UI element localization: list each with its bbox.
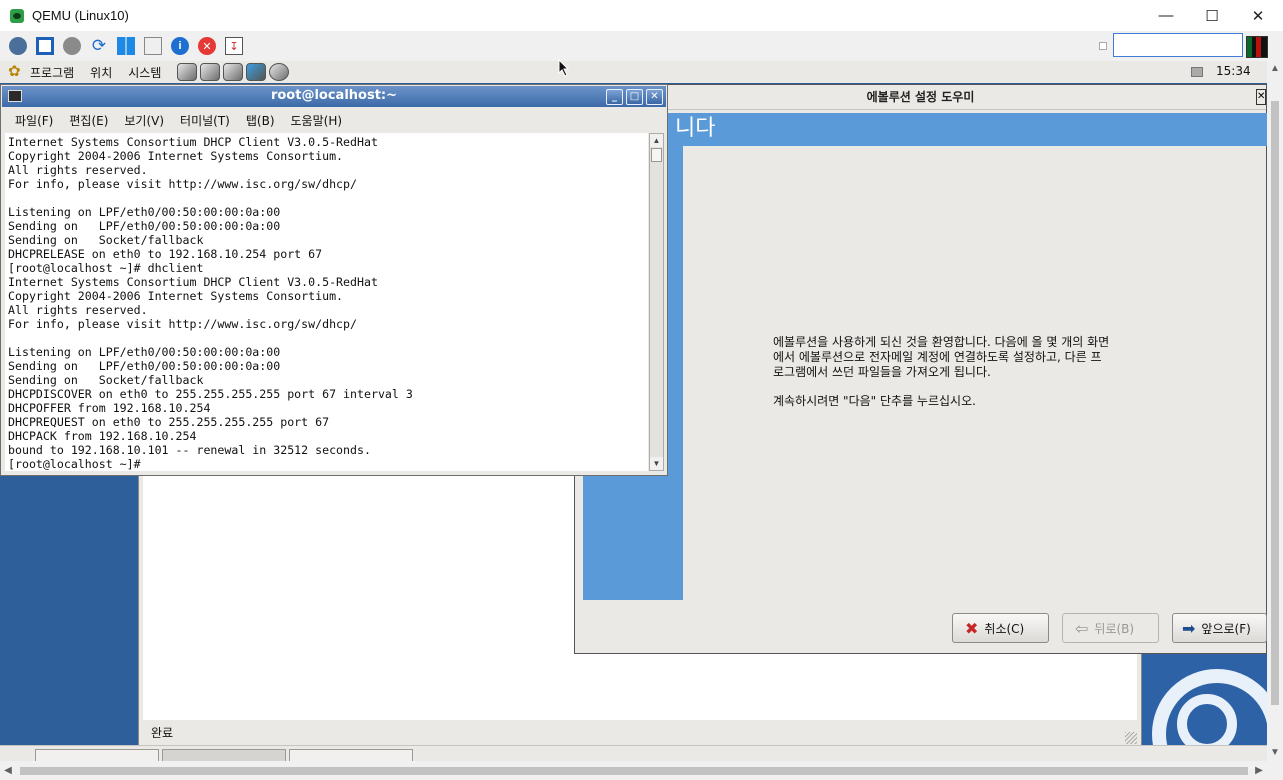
cancel-button-label: 취소(C) <box>984 621 1025 636</box>
terminal-close-button[interactable]: ✕ <box>646 89 663 105</box>
host-scroll-right-icon[interactable]: ▶ <box>1251 761 1267 780</box>
stop-icon[interactable]: ✕ <box>198 37 216 55</box>
menu-edit[interactable]: 편집(E) <box>69 112 108 129</box>
back-arrow-icon: ⇦ <box>1075 618 1089 638</box>
taskbar-item[interactable] <box>35 749 159 761</box>
settings-icon[interactable] <box>9 37 27 55</box>
cancel-button[interactable]: ✖ 취소(C) <box>952 613 1049 643</box>
host-titlebar: QEMU (Linux10) — ☐ ✕ <box>0 0 1283 31</box>
menu-view[interactable]: 보기(V) <box>124 112 164 129</box>
terminal-window: root@localhost:~ _ □ ✕ 파일(F) 편집(E) 보기(V)… <box>0 84 668 476</box>
close-button[interactable]: ✕ <box>1235 0 1281 31</box>
terminal-maximize-button[interactable]: □ <box>626 89 643 105</box>
terminal-menubar: 파일(F) 편집(E) 보기(V) 터미널(T) 탭(B) 도움말(H) <box>2 109 666 131</box>
terminal-titlebar[interactable]: root@localhost:~ _ □ ✕ <box>2 86 666 107</box>
menu-file[interactable]: 파일(F) <box>15 112 53 129</box>
evolution-titlebar: 에볼루션 설정 도우미 <box>575 85 1266 110</box>
forward-button-label: 앞으로(F) <box>1201 621 1251 636</box>
menu-programs[interactable]: 프로그램 <box>30 64 74 81</box>
host-scroll-down-icon[interactable]: ▼ <box>1267 745 1283 761</box>
help-launcher-icon[interactable] <box>269 63 290 81</box>
fullscreen-icon[interactable] <box>36 37 54 55</box>
host-window-title: QEMU (Linux10) <box>32 8 129 23</box>
scroll-up-icon[interactable]: ▲ <box>650 134 663 147</box>
browser-launcher-icon[interactable] <box>177 63 198 81</box>
guest-screen: 프로그램 위치 시스템 15:34 완료 에볼루션 설정 도우미 ✕ 니다 에볼… <box>0 61 1267 761</box>
terminal-text: Internet Systems Consortium DHCP Client … <box>8 135 413 471</box>
qemu-app-icon <box>10 8 24 23</box>
host-scroll-corner <box>1267 761 1283 780</box>
info-icon[interactable]: i <box>171 37 189 55</box>
scroll-down-icon[interactable]: ▼ <box>650 457 663 470</box>
host-vscroll-thumb[interactable] <box>1271 101 1279 705</box>
terminal-output-area[interactable]: Internet Systems Consortium DHCP Client … <box>5 133 648 471</box>
menu-tabs[interactable]: 탭(B) <box>246 112 275 129</box>
refresh-icon[interactable]: ⟳ <box>90 36 108 55</box>
panel-clock[interactable]: 15:34 <box>1216 64 1251 78</box>
forward-button[interactable]: ➡ 앞으로(F) <box>1172 613 1267 643</box>
host-hscroll-thumb[interactable] <box>20 767 1248 775</box>
evolution-setup-window: 에볼루션 설정 도우미 ✕ 니다 에볼루션을 사용하게 되신 것을 환영합니다.… <box>574 84 1267 654</box>
gnome-top-panel: 프로그램 위치 시스템 15:34 <box>0 61 1267 83</box>
cancel-icon: ✖ <box>965 618 979 638</box>
gnome-bottom-panel <box>0 745 1267 761</box>
windows-icon[interactable] <box>117 37 135 55</box>
toolbar-checkbox[interactable] <box>1099 42 1107 50</box>
draw-launcher-icon[interactable] <box>246 63 267 81</box>
host-command-input[interactable] <box>1113 33 1243 57</box>
evolution-close-icon[interactable]: ✕ <box>1256 89 1266 105</box>
network-tray-icon[interactable] <box>1191 67 1203 77</box>
menu-system[interactable]: 시스템 <box>128 64 161 81</box>
taskbar-item[interactable] <box>289 749 413 761</box>
continue-paragraph: 계속하시려면 "다음" 단추를 누르십시오. <box>773 394 976 408</box>
welcome-paragraph: 에볼루션을 사용하게 되신 것을 환영합니다. 다음에 올 몇 개의 화면 에서… <box>773 335 1110 379</box>
reset-icon[interactable]: ↧ <box>225 37 243 55</box>
maximize-button[interactable]: ☐ <box>1189 0 1235 31</box>
terminal-minimize-button[interactable]: _ <box>606 89 623 105</box>
host-toolbar: ⟳ i ✕ ↧ <box>0 31 1283 61</box>
browser-status-text: 완료 <box>151 726 174 740</box>
terminal-window-icon <box>8 90 22 102</box>
minimize-button[interactable]: — <box>1143 0 1189 31</box>
vm-display-icon[interactable] <box>1246 36 1268 58</box>
terminal-scroll-thumb[interactable] <box>651 148 662 162</box>
host-horizontal-scrollbar[interactable]: ◀ ▶ <box>0 761 1267 780</box>
taskbar-item[interactable] <box>162 749 286 761</box>
back-button-label: 뒤로(B) <box>1094 621 1135 636</box>
resize-grip[interactable] <box>1125 732 1137 744</box>
gear-icon[interactable] <box>63 37 81 55</box>
terminal-title: root@localhost:~ <box>270 88 398 103</box>
host-vertical-scrollbar[interactable]: ▲ ▼ <box>1267 61 1283 761</box>
gnome-foot-icon <box>8 62 24 80</box>
evolution-welcome-text: 에볼루션을 사용하게 되신 것을 환영합니다. 다음에 올 몇 개의 화면 에서… <box>773 335 1193 423</box>
note-launcher-icon[interactable] <box>223 63 244 81</box>
terminal-scrollbar[interactable]: ▲ ▼ <box>649 133 664 471</box>
evolution-header: 니다 <box>583 113 1267 146</box>
mail-launcher-icon[interactable] <box>200 63 221 81</box>
forward-arrow-icon: ➡ <box>1182 618 1196 638</box>
menu-terminal[interactable]: 터미널(T) <box>180 112 230 129</box>
back-button[interactable]: ⇦ 뒤로(B) <box>1062 613 1159 643</box>
menu-places[interactable]: 위치 <box>90 64 112 81</box>
host-scroll-left-icon[interactable]: ◀ <box>0 761 16 780</box>
mouse-pointer-icon <box>558 59 570 77</box>
terminal-icon[interactable] <box>144 37 162 55</box>
host-scroll-up-icon[interactable]: ▲ <box>1267 61 1283 77</box>
menu-help[interactable]: 도움말(H) <box>291 112 343 129</box>
